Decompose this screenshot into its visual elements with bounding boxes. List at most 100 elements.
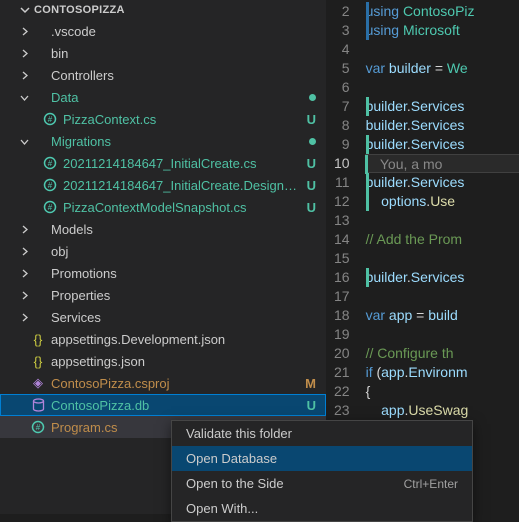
line-number: 5 [334, 59, 350, 78]
line-number: 2 [334, 2, 350, 21]
tree-item[interactable]: .vscode [0, 20, 326, 42]
chevron-right-icon [18, 247, 30, 256]
code-line: builder.Services [366, 135, 519, 154]
code-line [366, 325, 519, 344]
tree-item[interactable]: bin [0, 42, 326, 64]
tree-item[interactable]: Migrations [0, 130, 326, 152]
json-file-icon: {} [30, 353, 46, 369]
code-line [366, 40, 519, 59]
chevron-right-icon [18, 71, 30, 80]
tree-item[interactable]: #20211214184647_InitialCreate.csU [0, 152, 326, 174]
tree-item-label: appsettings.json [51, 354, 316, 369]
tree-item-label: 20211214184647_InitialCreate.Designer.cs [63, 178, 303, 193]
csharp-file-icon: # [42, 155, 58, 171]
gutter-bar [365, 155, 368, 174]
menu-label: Open Database [186, 451, 277, 466]
tree-item[interactable]: Properties [0, 284, 326, 306]
menu-label: Validate this folder [186, 426, 292, 441]
tree-item[interactable]: Services [0, 306, 326, 328]
tree-item-label: Promotions [51, 266, 316, 281]
code-line: You, a mo [365, 154, 519, 173]
tree-item[interactable]: #PizzaContext.csU [0, 108, 326, 130]
tree-item-label: PizzaContextModelSnapshot.cs [63, 200, 303, 215]
chevron-right-icon [18, 291, 30, 300]
git-status-badge: U [307, 178, 316, 193]
tree-item-label: Models [51, 222, 316, 237]
code-line: var builder = We [366, 59, 519, 78]
tree-item-label: obj [51, 244, 316, 259]
tree-item-label: 20211214184647_InitialCreate.cs [63, 156, 303, 171]
line-number: 15 [334, 249, 350, 268]
code-line: builder.Services [366, 97, 519, 116]
explorer-header[interactable]: CONTOSOPIZZA [0, 0, 326, 20]
code-line: if (app.Environm [366, 363, 519, 382]
svg-text:#: # [48, 115, 53, 124]
code-line: builder.Services [366, 116, 519, 135]
project-title: CONTOSOPIZZA [34, 4, 125, 16]
line-number: 16 [334, 268, 350, 287]
code-line: builder.Services [366, 173, 519, 192]
gutter-bar [366, 268, 369, 287]
tree-item[interactable]: #PizzaContextModelSnapshot.csU [0, 196, 326, 218]
svg-text:#: # [48, 181, 53, 190]
tree-item-label: ContosoPizza.db [51, 398, 303, 413]
context-menu-item[interactable]: Open With... [172, 496, 472, 521]
line-number: 11 [334, 173, 350, 192]
tree-item-label: bin [51, 46, 316, 61]
line-number: 3 [334, 21, 350, 40]
git-status-badge: U [307, 112, 316, 127]
context-menu-item[interactable]: Validate this folder [172, 421, 472, 446]
csproj-file-icon: ◈ [30, 375, 46, 391]
tree-item[interactable]: {} appsettings.json [0, 350, 326, 372]
code-line [366, 287, 519, 306]
tree-item-label: Migrations [51, 134, 305, 149]
line-number: 22 [334, 382, 350, 401]
tree-item-label: ContosoPizza.csproj [51, 376, 301, 391]
line-number: 21 [334, 363, 350, 382]
gutter-bar [366, 135, 369, 154]
code-line: builder.Services [366, 268, 519, 287]
line-number: 12 [334, 192, 350, 211]
tree-item-label: Services [51, 310, 316, 325]
tree-item-label: appsettings.Development.json [51, 332, 316, 347]
tree-item[interactable]: ◈ ContosoPizza.csproj M [0, 372, 326, 394]
code-line: app.UseSwag [366, 401, 519, 420]
git-status-badge: U [307, 398, 316, 413]
git-modified-dot [309, 138, 316, 145]
json-file-icon: {} [30, 331, 46, 347]
line-number: 6 [334, 78, 350, 97]
tree-item[interactable]: Models [0, 218, 326, 240]
gutter-bar [366, 192, 369, 211]
line-number: 23 [334, 401, 350, 420]
chevron-down-icon [18, 137, 30, 146]
code-line [366, 211, 519, 230]
tree-item[interactable]: Data [0, 86, 326, 108]
csharp-file-icon: # [30, 419, 46, 435]
csharp-file-icon: # [42, 177, 58, 193]
context-menu-item[interactable]: Open to the SideCtrl+Enter [172, 471, 472, 496]
chevron-down-icon [20, 5, 30, 15]
code-line: using ContosoPiz [366, 2, 519, 21]
tree-item-label: Controllers [51, 68, 316, 83]
line-number: 9 [334, 135, 350, 154]
line-number: 13 [334, 211, 350, 230]
tree-item[interactable]: Controllers [0, 64, 326, 86]
chevron-right-icon [18, 225, 30, 234]
line-number: 7 [334, 97, 350, 116]
line-number: 10 [334, 154, 350, 173]
chevron-right-icon [18, 269, 30, 278]
tree-item[interactable]: ContosoPizza.db U [0, 394, 326, 416]
tree-item[interactable]: #20211214184647_InitialCreate.Designer.c… [0, 174, 326, 196]
context-menu-item[interactable]: Open Database [172, 446, 472, 471]
chevron-right-icon [18, 49, 30, 58]
git-status-badge: M [305, 376, 316, 391]
line-number: 4 [334, 40, 350, 59]
git-status-badge: U [307, 200, 316, 215]
tree-item[interactable]: {} appsettings.Development.json [0, 328, 326, 350]
tree-item[interactable]: Promotions [0, 262, 326, 284]
chevron-right-icon [18, 27, 30, 36]
tree-item[interactable]: obj [0, 240, 326, 262]
menu-label: Open to the Side [186, 476, 284, 491]
tree-item-label: Data [51, 90, 305, 105]
code-line [366, 249, 519, 268]
